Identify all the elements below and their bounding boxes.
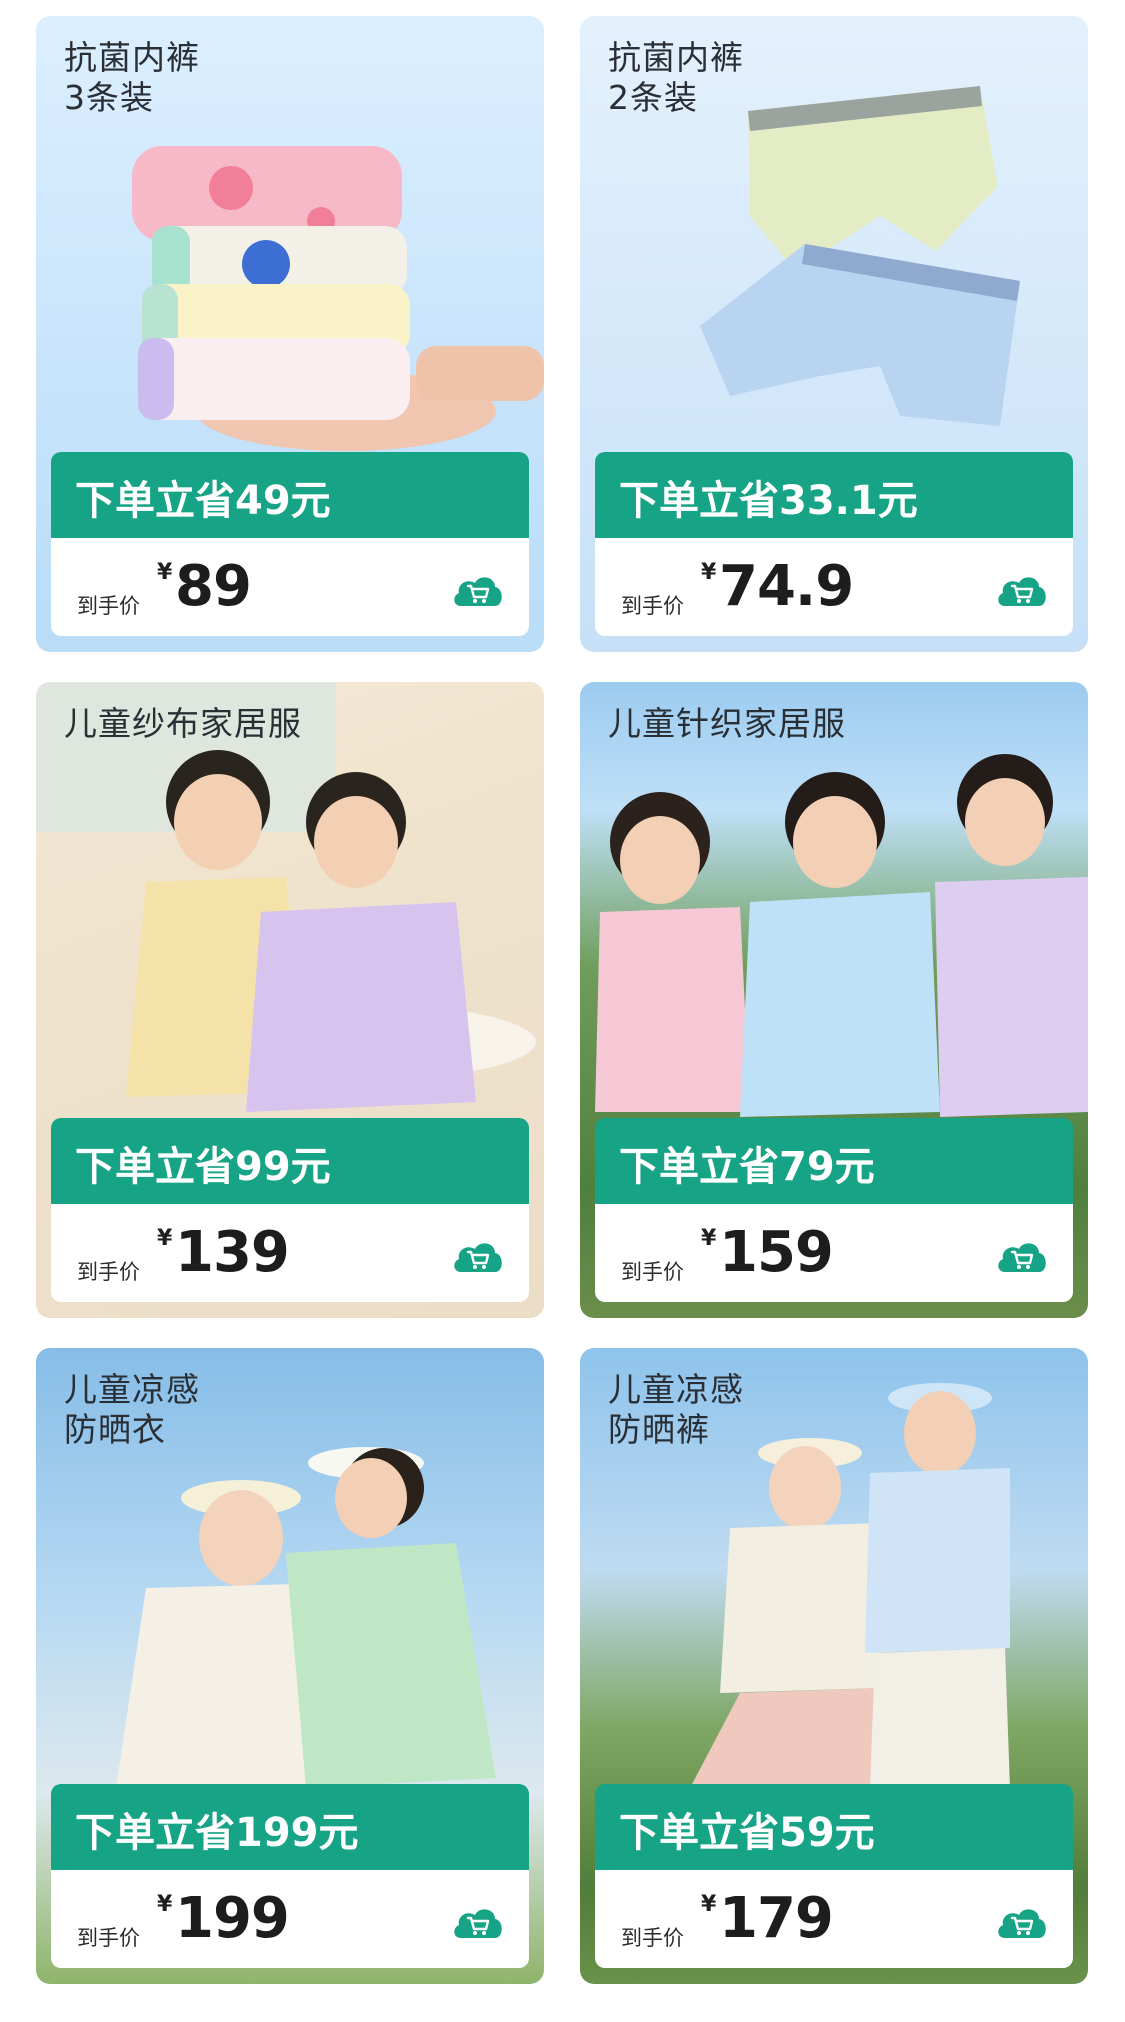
product-title-line: 儿童针织家居服 xyxy=(608,704,846,743)
price-label: 到手价 xyxy=(621,594,684,618)
price-value: 179 xyxy=(719,1886,834,1951)
discount-banner: 下单立省99元 xyxy=(51,1118,529,1204)
product-title-line: 儿童凉感 xyxy=(64,1370,200,1409)
price-value: 74.9 xyxy=(719,554,854,619)
discount-text: 下单立省79元 xyxy=(619,1144,875,1190)
product-title-line: 儿童纱布家居服 xyxy=(64,704,302,743)
price-value: 159 xyxy=(719,1220,834,1285)
currency-symbol: ¥ xyxy=(701,560,717,585)
product-title: 抗菌内裤 2条装 xyxy=(608,38,744,118)
discount-banner: 下单立省49元 xyxy=(51,452,529,538)
price-value: 199 xyxy=(175,1886,290,1951)
price-value: 139 xyxy=(175,1220,290,1285)
discount-text: 下单立省59元 xyxy=(619,1810,875,1856)
price-label: 到手价 xyxy=(77,594,140,618)
discount-banner: 下单立省79元 xyxy=(595,1118,1073,1204)
currency-symbol: ¥ xyxy=(157,560,173,585)
currency-symbol: ¥ xyxy=(701,1226,717,1251)
product-title: 抗菌内裤 3条装 xyxy=(64,38,200,118)
product-card[interactable]: 儿童纱布家居服 下单立省99元 到手价 ¥ 139 xyxy=(36,682,544,1318)
discount-text: 下单立省33.1元 xyxy=(619,478,918,524)
product-title-line: 抗菌内裤 xyxy=(608,38,744,77)
product-grid: 抗菌内裤 3条装 下单立省49元 到手价 ¥ 89 抗菌内裤 2条装 下单立省3… xyxy=(0,0,1125,2022)
product-card[interactable]: 抗菌内裤 2条装 下单立省33.1元 到手价 ¥ 74.9 xyxy=(580,16,1088,652)
product-title: 儿童凉感 防晒衣 xyxy=(64,1370,200,1450)
cart-icon[interactable] xyxy=(995,1238,1049,1276)
price-label: 到手价 xyxy=(77,1926,140,1950)
discount-banner: 下单立省33.1元 xyxy=(595,452,1073,538)
product-title: 儿童针织家居服 xyxy=(608,704,846,744)
currency-symbol: ¥ xyxy=(701,1892,717,1917)
price-label: 到手价 xyxy=(621,1260,684,1284)
product-title-line: 抗菌内裤 xyxy=(64,38,200,77)
price-box: 到手价 ¥ 74.9 xyxy=(595,538,1073,636)
cart-icon[interactable] xyxy=(995,1904,1049,1942)
discount-banner: 下单立省59元 xyxy=(595,1784,1073,1870)
price-box: 到手价 ¥ 159 xyxy=(595,1204,1073,1302)
cart-icon[interactable] xyxy=(451,572,505,610)
cart-icon[interactable] xyxy=(451,1904,505,1942)
product-title: 儿童纱布家居服 xyxy=(64,704,302,744)
price-box: 到手价 ¥ 139 xyxy=(51,1204,529,1302)
product-title-line: 防晒衣 xyxy=(64,1410,166,1449)
product-card[interactable]: 儿童凉感 防晒衣 下单立省199元 到手价 ¥ 199 xyxy=(36,1348,544,1984)
product-card[interactable]: 儿童凉感 防晒裤 下单立省59元 到手价 ¥ 179 xyxy=(580,1348,1088,1984)
price-label: 到手价 xyxy=(77,1260,140,1284)
discount-text: 下单立省199元 xyxy=(75,1810,359,1856)
product-title-line: 3条装 xyxy=(64,78,154,117)
price-value: 89 xyxy=(175,554,252,619)
discount-banner: 下单立省199元 xyxy=(51,1784,529,1870)
discount-text: 下单立省99元 xyxy=(75,1144,331,1190)
price-box: 到手价 ¥ 89 xyxy=(51,538,529,636)
cart-icon[interactable] xyxy=(451,1238,505,1276)
currency-symbol: ¥ xyxy=(157,1892,173,1917)
product-title-line: 儿童凉感 xyxy=(608,1370,744,1409)
currency-symbol: ¥ xyxy=(157,1226,173,1251)
product-card[interactable]: 儿童针织家居服 下单立省79元 到手价 ¥ 159 xyxy=(580,682,1088,1318)
discount-text: 下单立省49元 xyxy=(75,478,331,524)
product-title-line: 防晒裤 xyxy=(608,1410,710,1449)
price-box: 到手价 ¥ 179 xyxy=(595,1870,1073,1968)
product-title-line: 2条装 xyxy=(608,78,698,117)
cart-icon[interactable] xyxy=(995,572,1049,610)
product-card[interactable]: 抗菌内裤 3条装 下单立省49元 到手价 ¥ 89 xyxy=(36,16,544,652)
price-box: 到手价 ¥ 199 xyxy=(51,1870,529,1968)
product-title: 儿童凉感 防晒裤 xyxy=(608,1370,744,1450)
price-label: 到手价 xyxy=(621,1926,684,1950)
